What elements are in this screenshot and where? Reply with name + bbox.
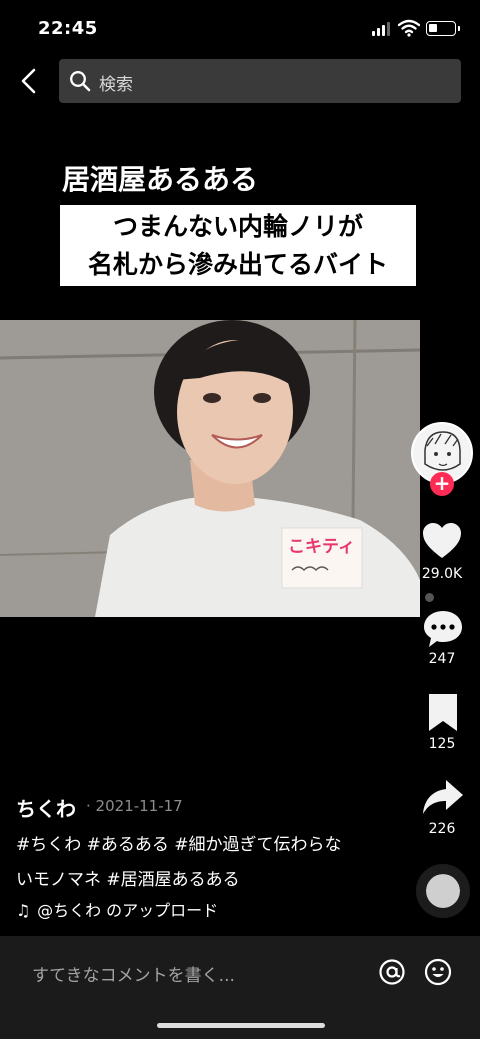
mention-at-icon[interactable] [378,958,406,986]
cellular-signal-icon [372,22,392,36]
post-username[interactable]: ちくわ [16,793,76,822]
home-indicator [157,1023,325,1028]
search-placeholder: 検索 [99,75,133,95]
video-caption-line1: つまんない内輪ノリが [112,212,363,241]
music-label: @ちくわ のアップロード [37,901,219,920]
heart-icon[interactable] [420,519,464,563]
like-count: 29.0K [421,566,463,582]
post-description-line1[interactable]: #ちくわ #あるある #細か過ぎて伝わらな [16,830,376,855]
video-caption-line2: 名札から滲み出てるバイト [87,250,388,279]
indicator-dot [425,593,434,602]
comment-icon[interactable] [421,607,465,651]
comment-count: 247 [428,651,456,667]
video-caption-title: 居酒屋あるある [62,163,259,196]
follow-plus-button[interactable]: + [430,472,454,496]
music-disc-icon[interactable] [416,864,470,918]
save-count: 125 [428,736,456,752]
post-description-line2[interactable]: いモノマネ #居酒屋あるある [16,865,376,890]
post-date: · 2021-11-17 [86,797,183,815]
share-count: 226 [428,821,456,837]
comment-input[interactable]: すてきなコメントを書く... [32,961,235,986]
video-player[interactable]: こキティ [0,320,420,617]
battery-icon [426,21,460,36]
share-icon[interactable] [421,776,465,820]
video-caption-box: つまんない内輪ノリが 名札から滲み出てるバイト [60,205,416,286]
music-note-icon: ♫ [16,901,31,920]
search-input[interactable]: 検索 [59,59,461,103]
emoji-icon[interactable] [424,958,452,986]
bookmark-icon[interactable] [421,691,465,735]
back-arrow-icon[interactable] [14,66,44,96]
wifi-icon [398,19,420,37]
status-time: 22:45 [38,18,98,39]
search-icon [70,71,91,92]
name-tag-text: こキティ [288,537,355,557]
music-link[interactable]: ♫ @ちくわ のアップロード [16,897,218,921]
video-frame-image: こキティ [0,320,420,617]
